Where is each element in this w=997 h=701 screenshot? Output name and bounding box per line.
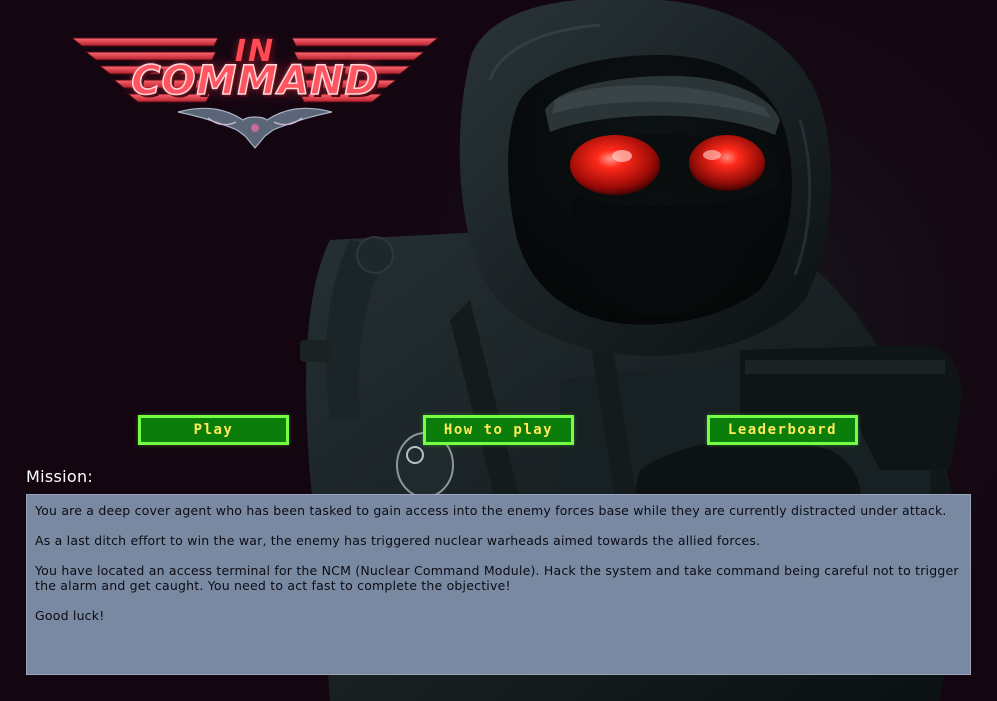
play-button[interactable]: Play <box>138 415 289 445</box>
mission-briefing-panel: You are a deep cover agent who has been … <box>26 494 971 675</box>
game-logo: IN COMMAND <box>68 30 442 152</box>
logo-title-main: COMMAND <box>130 57 379 105</box>
leaderboard-button[interactable]: Leaderboard <box>707 415 858 445</box>
mission-heading: Mission: <box>26 467 94 486</box>
mission-paragraph: Good luck! <box>35 608 105 623</box>
how-to-play-button[interactable]: How to play <box>423 415 574 445</box>
mission-paragraph: As a last ditch effort to win the war, t… <box>35 533 761 548</box>
mission-paragraph: You have located an access terminal for … <box>35 563 959 593</box>
mission-paragraph: You are a deep cover agent who has been … <box>35 503 947 518</box>
